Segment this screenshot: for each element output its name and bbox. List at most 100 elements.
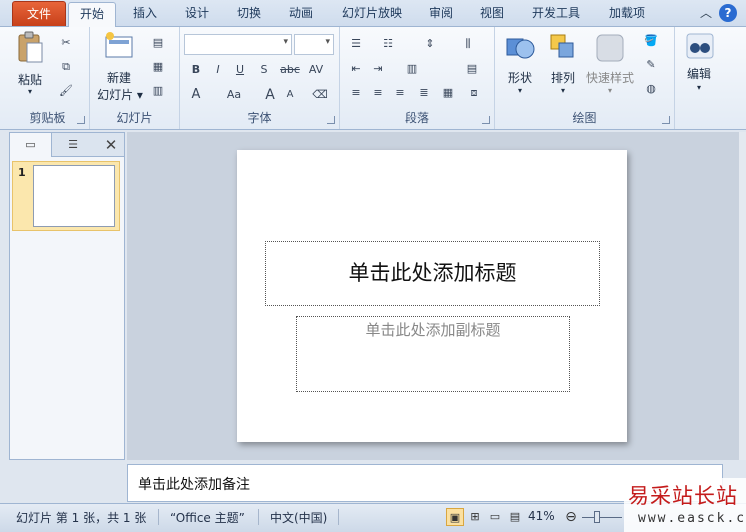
- panel-tabs: ▭ ☰ ✕: [10, 133, 124, 157]
- text-direction-icon[interactable]: ▥: [402, 59, 422, 79]
- tab-design[interactable]: 设计: [174, 2, 220, 27]
- subtitle-placeholder[interactable]: 单击此处添加副标题: [296, 316, 570, 392]
- help-icon[interactable]: ?: [719, 4, 737, 22]
- title-placeholder[interactable]: 单击此处添加标题: [265, 241, 600, 306]
- numbering-icon[interactable]: ☷: [378, 34, 398, 54]
- zoom-slider[interactable]: [582, 517, 622, 518]
- group-clipboard: 粘贴 ▾ ✂ ⧉ 🖌 剪贴板: [6, 27, 90, 129]
- normal-view-icon[interactable]: ▣: [446, 508, 464, 526]
- clipboard-launcher-icon[interactable]: [77, 116, 85, 124]
- tab-view[interactable]: 视图: [470, 2, 514, 27]
- group-label-drawing: 绘图: [572, 111, 597, 125]
- group-slides: 新建 幻灯片 ▾ ▤ ▦ ▥ 幻灯片: [90, 27, 180, 129]
- increase-indent-icon[interactable]: ⇥: [368, 59, 388, 79]
- bold-button[interactable]: B: [186, 60, 206, 80]
- decrease-indent-icon[interactable]: ⇤: [346, 59, 366, 79]
- shape-effects-icon[interactable]: ◍: [641, 79, 661, 99]
- justify-icon[interactable]: ≣: [414, 83, 434, 103]
- smartart-icon[interactable]: ⧈: [464, 83, 484, 103]
- reading-view-icon[interactable]: ▭: [486, 508, 504, 526]
- distribute-icon[interactable]: ▦: [438, 83, 458, 103]
- strikethrough-button[interactable]: abc: [280, 60, 300, 80]
- paste-button[interactable]: 粘贴 ▾: [8, 31, 52, 101]
- outline-tab-icon[interactable]: ☰: [52, 133, 94, 157]
- tab-slideshow[interactable]: 幻灯片放映: [334, 2, 410, 27]
- reset-icon[interactable]: ▦: [148, 57, 168, 77]
- align-right-icon[interactable]: ≡: [390, 83, 410, 103]
- slide-editing-area: 单击此处添加标题 单击此处添加副标题: [127, 132, 739, 460]
- status-divider: [338, 509, 339, 525]
- minimize-ribbon-icon[interactable]: ︿: [697, 4, 715, 22]
- new-slide-button[interactable]: 新建 幻灯片 ▾: [94, 31, 144, 102]
- ribbon: 粘贴 ▾ ✂ ⧉ 🖌 剪贴板 新建 幻灯片 ▾ ▤ ▦ ▥ 幻灯片 B I U …: [0, 27, 746, 130]
- clipboard-icon: [18, 31, 43, 63]
- close-panel-icon[interactable]: ✕: [98, 133, 124, 157]
- slide-canvas[interactable]: 单击此处添加标题 单击此处添加副标题: [237, 150, 627, 442]
- slide-thumbnail-row[interactable]: 1: [12, 161, 120, 231]
- group-paragraph: ☰ ☷ ⇕ ⫼ ⇤ ⇥ ▥ ▤ ≡ ≡ ≡ ≣ ▦ ⧈ 段落: [340, 27, 495, 129]
- slide-sorter-icon[interactable]: ⊞: [466, 508, 484, 526]
- tab-animations[interactable]: 动画: [278, 2, 324, 27]
- slide-number: 1: [18, 166, 26, 179]
- line-spacing-icon[interactable]: ⇕: [420, 34, 440, 54]
- shape-fill-icon[interactable]: 🪣: [641, 31, 661, 51]
- copy-icon[interactable]: ⧉: [56, 57, 76, 77]
- bullets-icon[interactable]: ☰: [346, 34, 366, 54]
- slideshow-view-icon[interactable]: ▤: [506, 508, 524, 526]
- format-painter-icon[interactable]: 🖌: [56, 81, 76, 101]
- watermark-title: 易采站长站: [628, 484, 738, 508]
- zoom-out-icon[interactable]: ⊖: [562, 508, 580, 526]
- tab-developer[interactable]: 开发工具: [524, 2, 588, 27]
- tab-insert[interactable]: 插入: [122, 2, 168, 27]
- align-left-icon[interactable]: ≡: [346, 83, 366, 103]
- status-divider: [258, 509, 259, 525]
- align-center-icon[interactable]: ≡: [368, 83, 388, 103]
- slide-count-status: 幻灯片 第 1 张，共 1 张: [16, 511, 147, 525]
- quick-styles-button[interactable]: 快速样式 ▾: [583, 31, 637, 103]
- paragraph-launcher-icon[interactable]: [482, 116, 490, 124]
- vertical-scrollbar[interactable]: [739, 132, 746, 460]
- quick-styles-icon: [596, 34, 624, 62]
- zoom-level[interactable]: 41%: [528, 509, 555, 523]
- tab-addins[interactable]: 加载项: [598, 2, 656, 27]
- group-font: B I U S abc AV A Aa A A ⌫ 字体: [180, 27, 340, 129]
- grow-font-button[interactable]: A: [260, 85, 280, 105]
- group-editing: 编辑 ▾: [675, 27, 723, 129]
- layout-icon[interactable]: ▤: [148, 33, 168, 53]
- theme-status[interactable]: “Office 主题”: [170, 509, 245, 526]
- zoom-slider-thumb[interactable]: [594, 511, 600, 523]
- editing-button[interactable]: 编辑 ▾: [679, 31, 719, 103]
- ribbon-tab-bar: 文件 开始 插入 设计 切换 动画 幻灯片放映 审阅 视图 开发工具 加载项 ︿…: [0, 0, 746, 28]
- font-launcher-icon[interactable]: [327, 116, 335, 124]
- group-label-slides: 幻灯片: [116, 111, 153, 125]
- cut-icon[interactable]: ✂: [56, 33, 76, 53]
- group-drawing: 形状 ▾ 排列 ▾ 快速样式 ▾ 🪣 ✎ ◍ 绘图: [495, 27, 675, 129]
- language-status[interactable]: 中文(中国): [270, 509, 327, 526]
- drawing-launcher-icon[interactable]: [662, 116, 670, 124]
- shape-outline-icon[interactable]: ✎: [641, 55, 661, 75]
- group-label-paragraph: 段落: [404, 111, 429, 125]
- tab-home[interactable]: 开始: [68, 2, 116, 28]
- clear-format-icon[interactable]: ⌫: [310, 85, 330, 105]
- slides-tab-icon[interactable]: ▭: [10, 133, 52, 157]
- font-color-button[interactable]: A: [186, 85, 206, 105]
- binoculars-icon: [686, 33, 714, 59]
- watermark: 易采站长站 www.easck.com: [624, 478, 746, 532]
- change-case-button[interactable]: Aa: [220, 85, 248, 105]
- arrange-button[interactable]: 排列 ▾: [543, 31, 583, 103]
- section-icon[interactable]: ▥: [148, 81, 168, 101]
- char-spacing-button[interactable]: AV: [306, 60, 326, 80]
- italic-button[interactable]: I: [208, 60, 228, 80]
- font-size-combo[interactable]: [294, 34, 334, 55]
- tab-transitions[interactable]: 切换: [226, 2, 272, 27]
- shrink-font-button[interactable]: A: [280, 85, 300, 105]
- columns-icon[interactable]: ⫼: [458, 34, 478, 54]
- align-text-icon[interactable]: ▤: [462, 59, 482, 79]
- tab-review[interactable]: 审阅: [418, 2, 464, 27]
- tab-file[interactable]: 文件: [12, 1, 66, 26]
- shapes-button[interactable]: 形状 ▾: [499, 31, 541, 103]
- shadow-button[interactable]: S: [254, 60, 274, 80]
- font-name-combo[interactable]: [184, 34, 292, 55]
- slide-thumbnail[interactable]: [33, 165, 115, 227]
- underline-button[interactable]: U: [230, 60, 250, 80]
